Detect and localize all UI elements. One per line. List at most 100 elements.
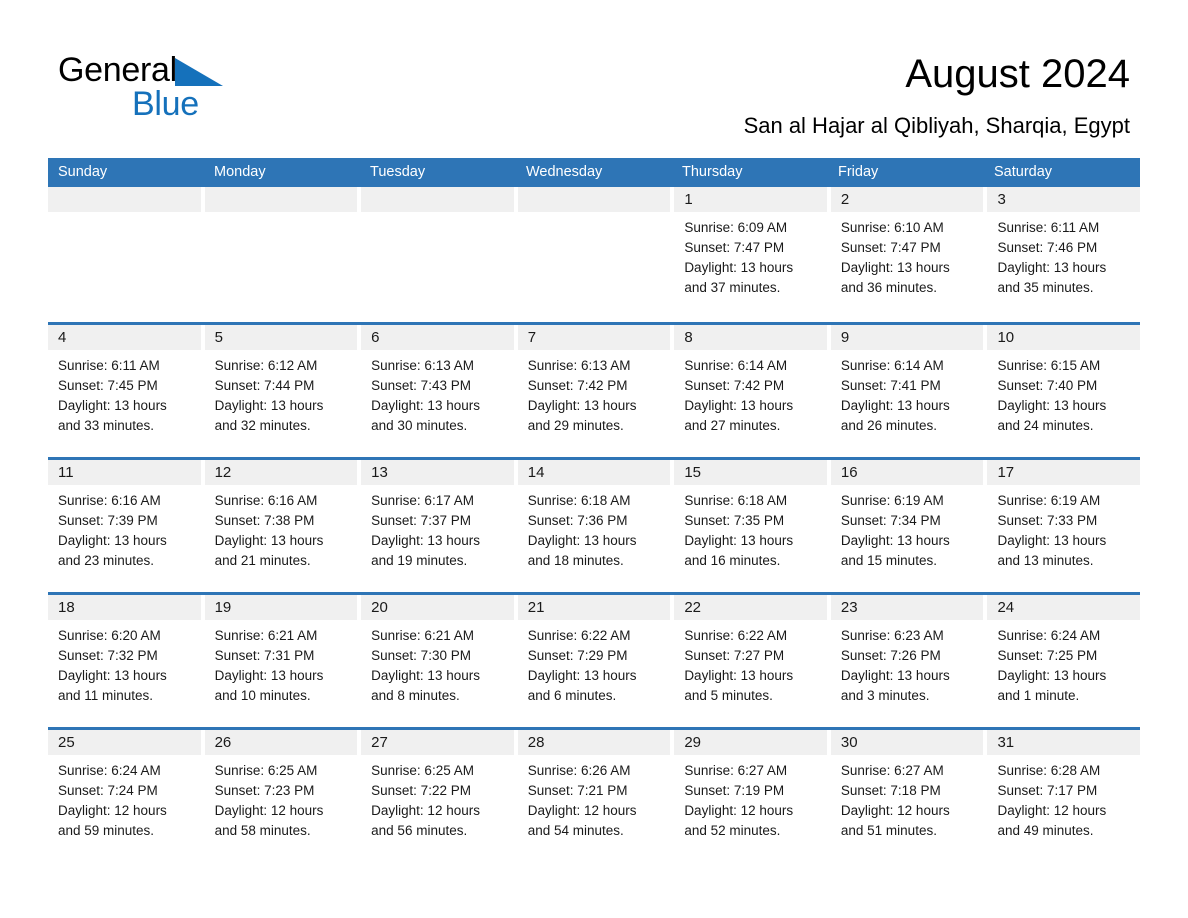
day-cell-18[interactable]: 18 Sunrise: 6:20 AM Sunset: 7:32 PM Dayligh… <box>48 595 205 727</box>
day-daylight-text: Daylight: 13 hours <box>684 533 794 548</box>
day-details: Sunrise: 6:16 AM Sunset: 7:38 PM Daylight:… <box>205 485 358 571</box>
day-sunset-text: Sunset: 7:33 PM <box>997 513 1098 528</box>
weekday-header-thursday: Thursday <box>682 164 743 180</box>
day-sunset-text: Sunset: 7:34 PM <box>840 513 941 528</box>
day-number: 3 <box>987 187 1141 212</box>
day-cell-16[interactable]: 16 Sunrise: 6:19 AM Sunset: 7:34 PM Dayligh… <box>830 460 988 592</box>
day-sunset-text: Sunset: 7:35 PM <box>684 513 785 528</box>
general-blue-logo[interactable]: General Blue <box>58 52 318 124</box>
day-sunrise-text: Sunrise: 6:21 AM <box>214 628 318 643</box>
day-cell-22[interactable]: 22 Sunrise: 6:22 AM Sunset: 7:27 PM Dayligh… <box>674 595 831 727</box>
day-sunset-text: Sunset: 7:22 PM <box>371 783 471 798</box>
weekday-header-row: Sunday Monday Tuesday Wednesday Thursday Frid… <box>48 158 1140 187</box>
day-cell-17[interactable]: 17 Sunrise: 6:19 AM Sunset: 7:33 PM Dayligh… <box>987 460 1141 592</box>
day-cell-31[interactable]: 31 Sunrise: 6:28 AM Sunset: 7:17 PM Dayligh… <box>987 730 1141 862</box>
weekday-header-monday: Monday <box>214 164 266 180</box>
day-cell-25[interactable]: 25 Sunrise: 6:24 AM Sunset: 7:24 PM Dayligh… <box>48 730 205 862</box>
day-details: Sunrise: 6:20 AM Sunset: 7:32 PM Daylight:… <box>48 620 201 706</box>
day-daylight-text: Daylight: 13 hours <box>997 260 1107 275</box>
day-details: Sunrise: 6:17 AM Sunset: 7:37 PM Daylight:… <box>361 485 514 571</box>
day-daylight-text: and 19 minutes. <box>371 553 468 568</box>
weekday-header-friday: Friday <box>838 164 879 180</box>
day-cell-23[interactable]: 23 Sunrise: 6:23 AM Sunset: 7:26 PM Dayligh… <box>830 595 988 727</box>
day-sunrise-text: Sunrise: 6:27 AM <box>684 763 788 778</box>
day-daylight-text: and 58 minutes. <box>214 823 311 838</box>
day-cell-1[interactable]: 1 Sunrise: 6:09 AM Sunset: 7:47 PM Daylight… <box>674 187 831 322</box>
day-daylight-text: and 1 minute. <box>997 688 1080 703</box>
logo-line-general: General <box>58 52 318 88</box>
day-cell-5[interactable]: 5 Sunrise: 6:12 AM Sunset: 7:44 PM Daylight… <box>204 325 362 457</box>
day-daylight-text: and 6 minutes. <box>527 688 617 703</box>
day-cell-14[interactable]: 14 Sunrise: 6:18 AM Sunset: 7:36 PM Dayligh… <box>517 460 675 592</box>
day-number <box>204 187 358 212</box>
day-daylight-text: and 8 minutes. <box>371 688 460 703</box>
day-details: Sunrise: 6:19 AM Sunset: 7:34 PM Daylight:… <box>831 485 984 571</box>
day-cell-28[interactable]: 28 Sunrise: 6:26 AM Sunset: 7:21 PM Dayligh… <box>517 730 675 862</box>
day-cell-13[interactable]: 13 Sunrise: 6:17 AM Sunset: 7:37 PM Dayligh… <box>361 460 518 592</box>
day-cell-26[interactable]: 26 Sunrise: 6:25 AM Sunset: 7:23 PM Dayligh… <box>204 730 362 862</box>
day-sunrise-text: Sunrise: 6:13 AM <box>527 358 631 373</box>
day-cell-7[interactable]: 7 Sunrise: 6:13 AM Sunset: 7:42 PM Daylight… <box>517 325 675 457</box>
day-sunrise-text: Sunrise: 6:16 AM <box>58 493 161 508</box>
day-daylight-text: and 52 minutes. <box>684 823 781 838</box>
day-daylight-text: and 23 minutes. <box>58 553 155 568</box>
day-sunrise-text: Sunrise: 6:20 AM <box>58 628 161 643</box>
day-number: 25 <box>48 730 201 755</box>
day-daylight-text: Daylight: 13 hours <box>840 260 950 275</box>
day-cell-30[interactable]: 30 Sunrise: 6:27 AM Sunset: 7:18 PM Dayligh… <box>830 730 988 862</box>
day-sunset-text: Sunset: 7:17 PM <box>997 783 1098 798</box>
day-details: Sunrise: 6:22 AM Sunset: 7:29 PM Daylight:… <box>518 620 671 706</box>
day-number: 13 <box>361 460 514 485</box>
day-number: 11 <box>48 460 201 485</box>
day-cell-29[interactable]: 29 Sunrise: 6:27 AM Sunset: 7:19 PM Dayligh… <box>674 730 831 862</box>
day-details: Sunrise: 6:23 AM Sunset: 7:26 PM Daylight:… <box>831 620 984 706</box>
day-cell-10[interactable]: 10 Sunrise: 6:15 AM Sunset: 7:40 PM Dayligh… <box>987 325 1141 457</box>
day-details: Sunrise: 6:10 AM Sunset: 7:47 PM Daylight:… <box>831 212 984 298</box>
day-sunrise-text: Sunrise: 6:22 AM <box>684 628 788 643</box>
day-number <box>361 187 514 212</box>
day-details: Sunrise: 6:26 AM Sunset: 7:21 PM Daylight:… <box>518 755 671 841</box>
logo-line-blue: Blue <box>58 86 318 122</box>
day-daylight-text: Daylight: 13 hours <box>214 533 324 548</box>
day-sunset-text: Sunset: 7:31 PM <box>214 648 315 663</box>
day-daylight-text: Daylight: 13 hours <box>997 668 1107 683</box>
page-title: August 2024 <box>905 52 1130 96</box>
day-sunset-text: Sunset: 7:47 PM <box>840 240 941 255</box>
day-sunrise-text: Sunrise: 6:24 AM <box>997 628 1101 643</box>
day-cell-12[interactable]: 12 Sunrise: 6:16 AM Sunset: 7:38 PM Dayligh… <box>204 460 362 592</box>
day-daylight-text: and 33 minutes. <box>58 418 155 433</box>
day-sunset-text: Sunset: 7:27 PM <box>684 648 785 663</box>
day-cell-20[interactable]: 20 Sunrise: 6:21 AM Sunset: 7:30 PM Dayligh… <box>361 595 518 727</box>
weekday-header-sunday: Sunday <box>58 164 108 180</box>
day-cell-15[interactable]: 15 Sunrise: 6:18 AM Sunset: 7:35 PM Dayligh… <box>674 460 831 592</box>
day-daylight-text: Daylight: 12 hours <box>214 803 324 818</box>
day-daylight-text: and 3 minutes. <box>840 688 930 703</box>
day-cell-27[interactable]: 27 Sunrise: 6:25 AM Sunset: 7:22 PM Dayligh… <box>361 730 518 862</box>
day-cell-8[interactable]: 8 Sunrise: 6:14 AM Sunset: 7:42 PM Daylight… <box>674 325 831 457</box>
day-sunset-text: Sunset: 7:30 PM <box>371 648 471 663</box>
day-cell-9[interactable]: 9 Sunrise: 6:14 AM Sunset: 7:41 PM Daylight… <box>830 325 988 457</box>
day-sunset-text: Sunset: 7:32 PM <box>58 648 158 663</box>
day-daylight-text: and 13 minutes. <box>997 553 1094 568</box>
day-sunrise-text: Sunrise: 6:14 AM <box>840 358 944 373</box>
day-sunset-text: Sunset: 7:47 PM <box>684 240 785 255</box>
day-daylight-text: Daylight: 13 hours <box>527 398 637 413</box>
day-cell-19[interactable]: 19 Sunrise: 6:21 AM Sunset: 7:31 PM Dayligh… <box>204 595 362 727</box>
day-cell-4[interactable]: 4 Sunrise: 6:11 AM Sunset: 7:45 PM Daylight… <box>48 325 205 457</box>
day-cell-24[interactable]: 24 Sunrise: 6:24 AM Sunset: 7:25 PM Dayligh… <box>987 595 1141 727</box>
day-cell-2[interactable]: 2 Sunrise: 6:10 AM Sunset: 7:47 PM Daylight… <box>830 187 988 322</box>
calendar-week-row: 1 Sunrise: 6:09 AM Sunset: 7:47 PM Daylight… <box>48 187 1141 322</box>
day-details: Sunrise: 6:28 AM Sunset: 7:17 PM Daylight:… <box>987 755 1140 841</box>
day-sunrise-text: Sunrise: 6:25 AM <box>371 763 474 778</box>
day-daylight-text: and 30 minutes. <box>371 418 468 433</box>
day-cell-6[interactable]: 6 Sunrise: 6:13 AM Sunset: 7:43 PM Daylight… <box>361 325 518 457</box>
day-daylight-text: Daylight: 13 hours <box>527 533 637 548</box>
day-sunset-text: Sunset: 7:42 PM <box>527 378 628 393</box>
day-daylight-text: Daylight: 13 hours <box>684 260 794 275</box>
day-sunset-text: Sunset: 7:44 PM <box>214 378 315 393</box>
day-cell-21[interactable]: 21 Sunrise: 6:22 AM Sunset: 7:29 PM Dayligh… <box>517 595 675 727</box>
day-cell-11[interactable]: 11 Sunrise: 6:16 AM Sunset: 7:39 PM Dayligh… <box>48 460 205 592</box>
day-number: 12 <box>204 460 358 485</box>
day-details: Sunrise: 6:11 AM Sunset: 7:45 PM Daylight:… <box>48 350 201 436</box>
day-cell-3[interactable]: 3 Sunrise: 6:11 AM Sunset: 7:46 PM Daylight… <box>987 187 1141 322</box>
